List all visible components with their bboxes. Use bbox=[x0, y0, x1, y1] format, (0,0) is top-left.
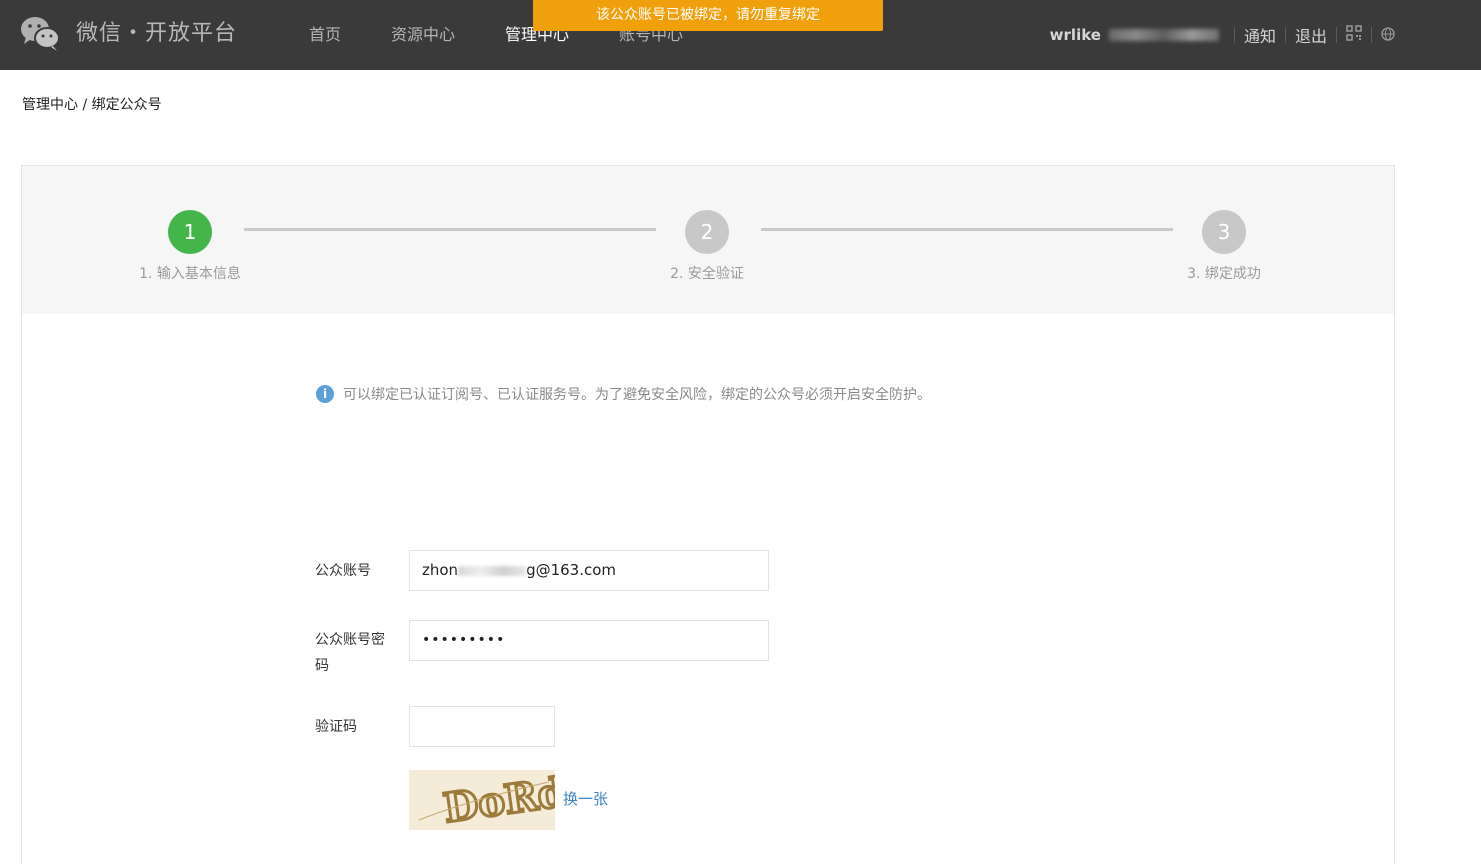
info-tip-text: 可以绑定已认证订阅号、已认证服务号。为了避免安全风险，绑定的公众号必须开启安全防… bbox=[343, 387, 931, 403]
divider bbox=[1371, 27, 1372, 43]
step-connector bbox=[244, 228, 656, 231]
globe-icon[interactable] bbox=[1381, 26, 1395, 45]
password-input[interactable]: ••••••••• bbox=[409, 620, 769, 661]
bind-account-panel: 1 1. 输入基本信息 2 2. 安全验证 3 3. 绑定成功 i 可以绑定已认… bbox=[21, 165, 1395, 864]
step-1-label: 1. 输入基本信息 bbox=[139, 266, 241, 282]
captcha-input[interactable] bbox=[409, 706, 555, 747]
captcha-image[interactable]: DoRd bbox=[409, 770, 555, 830]
nav-item-resource-center[interactable]: 资源中心 bbox=[391, 0, 455, 70]
breadcrumb: 管理中心 / 绑定公众号 bbox=[22, 97, 162, 113]
divider bbox=[1336, 27, 1337, 43]
password-label: 公众账号密 码 bbox=[315, 627, 385, 679]
divider bbox=[1284, 27, 1286, 43]
logout-link[interactable]: 退出 bbox=[1295, 23, 1327, 47]
username[interactable]: wrlike bbox=[1050, 26, 1101, 44]
step-2-label: 2. 安全验证 bbox=[670, 266, 744, 282]
account-input[interactable]: zhon g@163.com bbox=[409, 550, 769, 591]
account-redaction bbox=[458, 565, 527, 576]
info-icon: i bbox=[316, 385, 334, 403]
step-3-label: 3. 绑定成功 bbox=[1187, 266, 1261, 282]
divider bbox=[1233, 27, 1235, 43]
step-progress: 1 1. 输入基本信息 2 2. 安全验证 3 3. 绑定成功 bbox=[22, 166, 1394, 314]
nav-item-home[interactable]: 首页 bbox=[309, 0, 341, 70]
user-area: wrlike 通知 退出 bbox=[1050, 0, 1395, 70]
username-redaction bbox=[1108, 29, 1219, 41]
captcha-label: 验证码 bbox=[315, 719, 357, 735]
step-3-indicator: 3 bbox=[1202, 210, 1246, 254]
password-label-line2: 码 bbox=[315, 658, 329, 674]
logo-text: 微信・开放平台 bbox=[76, 21, 238, 46]
step-2-indicator: 2 bbox=[685, 210, 729, 254]
info-tip: i 可以绑定已认证订阅号、已认证服务号。为了避免安全风险，绑定的公众号必须开启安… bbox=[316, 384, 931, 404]
notify-link[interactable]: 通知 bbox=[1244, 23, 1276, 47]
wechat-logo-icon bbox=[20, 15, 62, 53]
qr-code-icon[interactable] bbox=[1346, 25, 1362, 45]
account-value-suffix: g@163.com bbox=[526, 561, 617, 579]
logo[interactable]: 微信・开放平台 bbox=[20, 14, 237, 54]
account-label: 公众账号 bbox=[315, 563, 371, 579]
alert-banner: 该公众账号已被绑定，请勿重复绑定 bbox=[533, 0, 883, 31]
step-1-indicator: 1 bbox=[168, 210, 212, 254]
account-value-prefix: zhon bbox=[422, 561, 459, 579]
top-navigation-bar: 微信・开放平台 首页 资源中心 管理中心 账号中心 wrlike 通知 退出 该… bbox=[0, 0, 1481, 70]
step-connector bbox=[761, 228, 1173, 231]
refresh-captcha-link[interactable]: 换一张 bbox=[563, 788, 608, 809]
password-label-line1: 公众账号密 bbox=[315, 632, 385, 648]
